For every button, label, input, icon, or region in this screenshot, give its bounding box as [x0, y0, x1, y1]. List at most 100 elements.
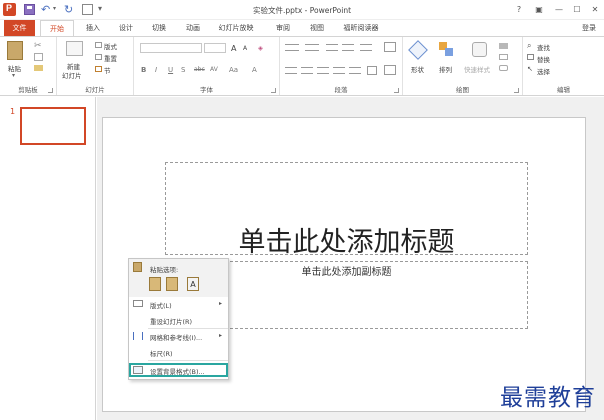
drawing-group: 形状 排列 快速样式 绘图 [403, 37, 523, 95]
align-left-icon[interactable] [285, 67, 297, 74]
tab-design[interactable]: 设计 [115, 20, 137, 36]
numbering-icon[interactable] [305, 44, 319, 51]
find-button-label[interactable]: 查找 [537, 42, 550, 52]
paste-dropdown-icon[interactable]: ▾ [12, 72, 15, 79]
tab-file[interactable]: 文件 [4, 20, 35, 36]
paste-icon[interactable] [7, 41, 23, 60]
tab-home[interactable]: 开始 [40, 20, 74, 37]
underline-button[interactable]: U [168, 66, 173, 74]
tab-animations[interactable]: 动画 [181, 20, 205, 36]
menu-item-grid-and-guides[interactable]: 网格和参考线(I)... [150, 332, 202, 342]
replace-icon[interactable] [527, 54, 534, 60]
select-icon[interactable]: ↖ [527, 65, 533, 73]
font-name-dropdown[interactable] [140, 43, 202, 53]
font-launcher-icon[interactable] [271, 88, 276, 93]
login-link[interactable]: 登录 [582, 20, 596, 36]
close-button[interactable]: ✕ [588, 3, 602, 16]
clipboard-group: 粘贴 ▾ ✂ 剪贴板 [0, 37, 57, 95]
paragraph-group-label: 段落 [334, 86, 348, 94]
paste-keep-source-formatting-icon[interactable] [166, 277, 178, 291]
find-icon[interactable]: ⌕ [527, 41, 531, 51]
submenu-arrow-icon: ▸ [219, 332, 223, 339]
paste-use-destination-theme-icon[interactable] [149, 277, 161, 291]
tab-view[interactable]: 视图 [306, 20, 328, 36]
shape-effects-icon[interactable] [499, 65, 508, 71]
convert-smartart-icon[interactable] [384, 65, 396, 75]
cut-icon[interactable]: ✂ [34, 41, 42, 51]
menu-item-layout[interactable]: 版式(L) [150, 300, 172, 310]
strikethrough-button[interactable]: abc [194, 66, 205, 73]
help-button[interactable]: ? [512, 3, 526, 16]
shape-fill-icon[interactable] [499, 43, 508, 49]
menu-item-ruler[interactable]: 标尺(R) [150, 348, 173, 358]
layout-icon[interactable] [95, 42, 102, 48]
select-button-label[interactable]: 选择 [537, 66, 550, 76]
slide-thumbnail[interactable] [20, 107, 86, 145]
text-direction-icon[interactable] [384, 42, 396, 52]
layout-button-label[interactable]: 版式 [104, 41, 117, 51]
character-spacing-button[interactable]: AV [210, 66, 218, 73]
shapes-icon[interactable] [408, 40, 428, 60]
shrink-font-button[interactable]: A [243, 45, 247, 52]
slide-number: 1 [10, 107, 16, 116]
grid-guides-icon [133, 332, 143, 340]
ribbon: 粘贴 ▾ ✂ 剪贴板 新建 幻灯片 版式 重置 节 幻灯片 A A ◈ B I … [0, 36, 604, 96]
justify-icon[interactable] [333, 67, 345, 74]
menu-item-format-background[interactable]: 设置背景格式(B)... [150, 366, 205, 376]
clipboard-launcher-icon[interactable] [48, 88, 53, 93]
align-center-icon[interactable] [301, 67, 313, 74]
quick-styles-button-label[interactable]: 快速样式 [464, 64, 490, 74]
new-slide-icon[interactable] [66, 41, 83, 56]
maximize-button[interactable]: ☐ [570, 3, 584, 16]
tab-slideshow[interactable]: 幻灯片放映 [214, 20, 258, 36]
tab-transitions[interactable]: 切换 [148, 20, 170, 36]
font-group: A A ◈ B I U S abc AV Aa A 字体 [134, 37, 280, 95]
menu-item-reset-slide[interactable]: 重设幻灯片(R) [150, 316, 192, 326]
tab-review[interactable]: 审阅 [272, 20, 294, 36]
drawing-group-label: 绘图 [456, 86, 469, 94]
font-color-button[interactable]: A [252, 66, 257, 74]
distributed-icon[interactable] [349, 67, 361, 74]
quick-styles-icon[interactable] [472, 42, 487, 57]
section-icon[interactable] [95, 66, 102, 72]
decrease-indent-icon[interactable] [326, 44, 338, 51]
reset-icon[interactable] [95, 54, 102, 60]
change-case-button[interactable]: Aa [229, 66, 238, 74]
line-spacing-icon[interactable] [360, 44, 372, 51]
submenu-arrow-icon: ▸ [219, 300, 223, 307]
font-size-dropdown[interactable] [204, 43, 226, 53]
replace-button-label[interactable]: 替换 [537, 54, 550, 64]
shapes-button-label[interactable]: 形状 [411, 64, 424, 74]
italic-button[interactable]: I [155, 66, 157, 74]
columns-icon[interactable] [367, 66, 377, 75]
ribbon-display-options-button[interactable]: ▣ [532, 3, 546, 16]
text-shadow-button[interactable]: S [181, 66, 185, 74]
copy-icon[interactable] [34, 53, 43, 61]
slides-group: 新建 幻灯片 版式 重置 节 幻灯片 [57, 37, 134, 95]
drawing-launcher-icon[interactable] [514, 88, 519, 93]
arrange-button-label[interactable]: 排列 [439, 64, 452, 74]
shape-outline-icon[interactable] [499, 54, 508, 60]
slides-group-label: 幻灯片 [85, 86, 105, 94]
bold-button[interactable]: B [141, 66, 146, 74]
format-painter-icon[interactable] [34, 65, 43, 71]
paste-options-section [129, 259, 228, 297]
align-right-icon[interactable] [317, 67, 329, 74]
watermark-logo: 最需教育 [500, 385, 596, 411]
section-button-label[interactable]: 节 [104, 65, 111, 75]
title-bar: ↶ ▾ ↻ ▾ 实验文件.pptx - PowerPoint ? ▣ — ☐ ✕ [0, 0, 604, 20]
minimize-button[interactable]: — [552, 3, 566, 16]
paragraph-launcher-icon[interactable] [394, 88, 399, 93]
reset-button-label[interactable]: 重置 [104, 53, 117, 63]
clear-formatting-icon[interactable]: ◈ [258, 44, 263, 52]
grow-font-button[interactable]: A [231, 44, 236, 53]
tab-insert[interactable]: 插入 [82, 20, 104, 36]
paste-options-icon [133, 262, 142, 272]
new-slide-label-2[interactable]: 幻灯片 [62, 70, 82, 80]
bullets-icon[interactable] [285, 44, 299, 51]
paragraph-group: 段落 [280, 37, 403, 95]
paste-keep-text-only-icon[interactable]: A [187, 277, 199, 291]
tab-foxit-reader[interactable]: 福昕阅读器 [339, 20, 383, 36]
increase-indent-icon[interactable] [342, 44, 354, 51]
editing-group: ⌕ 查找 替换 ↖ 选择 编辑 [523, 37, 604, 95]
